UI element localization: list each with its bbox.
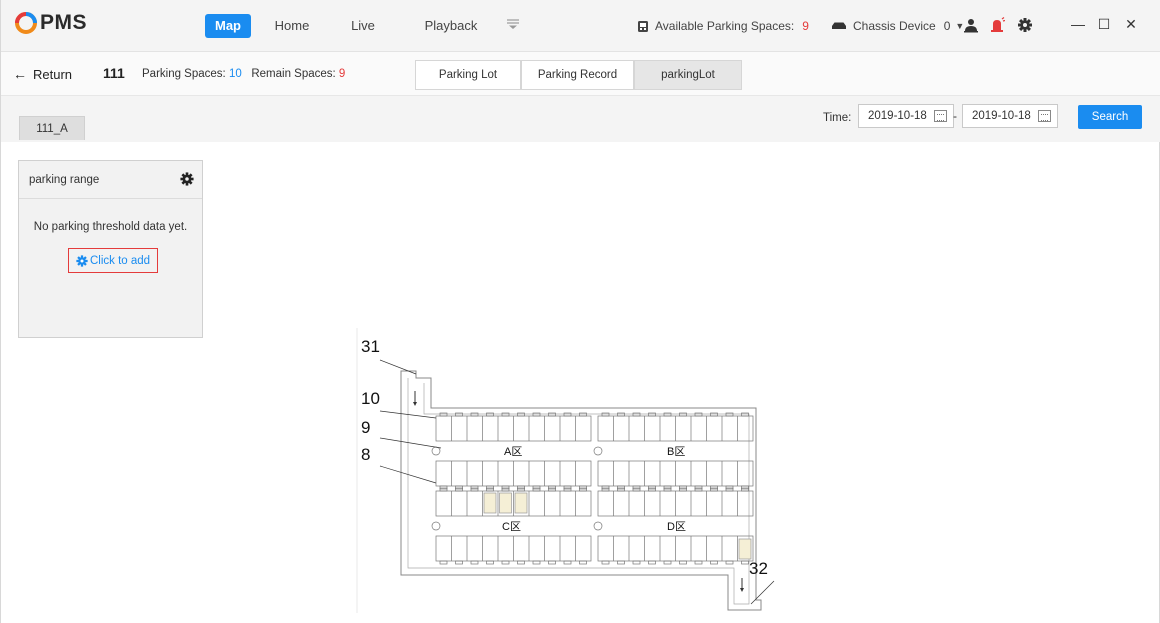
floor-plan-map[interactable]: 31 10 9 8 32 A区 B区 C区 D区 — [356, 328, 776, 613]
more-tabs-icon[interactable] — [506, 18, 520, 30]
chassis-device-label: Chassis Device — [853, 19, 936, 33]
click-to-add-label: Click to add — [89, 254, 151, 267]
tab-map[interactable]: Map — [205, 14, 251, 38]
remain-spaces-value: 9 — [338, 68, 346, 80]
start-date-value: 2019-10-18 — [868, 110, 927, 122]
sub-header: ← Return 111 Parking Spaces: 10 Remain S… — [1, 52, 1160, 96]
app-logo: PMS — [15, 10, 87, 36]
lot-name: 111 — [103, 65, 125, 81]
available-spaces-indicator: Available Parking Spaces: 9 — [637, 19, 809, 33]
return-label: Return — [33, 66, 73, 82]
app-window: PMS Map Home Live Playback Available Par… — [0, 0, 1160, 623]
parking-range-panel: parking range No parking threshold data … — [18, 160, 203, 338]
minimize-icon[interactable]: — — [1070, 16, 1086, 32]
tab-playback[interactable]: Playback — [419, 14, 483, 38]
chassis-device-selector[interactable]: Chassis Device 0 ▼ — [831, 19, 964, 33]
view-parking-record[interactable]: Parking Record — [521, 60, 634, 90]
maximize-icon[interactable]: ☐ — [1096, 16, 1112, 33]
parking-space-icon — [638, 20, 648, 32]
alarm-icon[interactable] — [989, 17, 1005, 33]
empty-state-text: No parking threshold data yet. — [33, 221, 188, 233]
zone-label-c: C区 — [502, 521, 521, 533]
date-separator: - — [953, 109, 957, 123]
return-button[interactable]: ← Return — [13, 66, 72, 82]
top-bar: PMS Map Home Live Playback Available Par… — [1, 0, 1160, 52]
tab-live[interactable]: Live — [343, 14, 383, 38]
panel-title: parking range — [29, 174, 100, 186]
floor-plan-drawing — [356, 328, 775, 613]
calendar-icon[interactable] — [934, 110, 947, 122]
gear-icon — [76, 254, 88, 267]
space-summary: Parking Spaces: 10 Remain Spaces: 9 — [142, 68, 345, 80]
available-spaces-count: 9 — [802, 19, 809, 33]
search-button[interactable]: Search — [1078, 105, 1142, 129]
click-to-add-button[interactable]: Click to add — [68, 248, 158, 273]
gear-icon[interactable] — [180, 172, 194, 186]
remain-spaces-label: Remain Spaces: — [251, 68, 336, 80]
map-label-9: 9 — [361, 418, 371, 437]
chassis-device-count: 0 — [943, 19, 951, 33]
start-date-field[interactable]: 2019-10-18 — [858, 104, 954, 128]
view-parkinglot[interactable]: parkingLot — [634, 60, 742, 90]
filter-row: 111_A Time: 2019-10-18 - 2019-10-18 Sear… — [1, 96, 1160, 142]
calendar-icon[interactable] — [1038, 110, 1051, 122]
available-spaces-label: Available Parking Spaces: — [655, 19, 795, 33]
panel-header: parking range — [19, 161, 202, 199]
map-label-31: 31 — [361, 337, 380, 356]
tab-home[interactable]: Home — [269, 14, 315, 38]
end-date-field[interactable]: 2019-10-18 — [962, 104, 1058, 128]
area-tab[interactable]: 111_A — [19, 116, 85, 140]
parking-spaces-label: Parking Spaces: — [142, 68, 226, 80]
zone-label-a: A区 — [504, 446, 523, 458]
end-date-value: 2019-10-18 — [972, 110, 1031, 122]
settings-gear-icon[interactable] — [1017, 17, 1033, 33]
map-label-32: 32 — [749, 559, 768, 578]
map-label-8: 8 — [361, 445, 371, 464]
car-icon — [832, 22, 846, 29]
arrow-left-icon: ← — [13, 66, 27, 82]
logo-text: PMS — [40, 11, 88, 34]
time-label: Time: — [823, 112, 852, 124]
user-icon[interactable] — [963, 17, 979, 33]
close-icon[interactable]: ✕ — [1123, 16, 1139, 33]
parking-spaces-value: 10 — [228, 68, 242, 80]
view-parking-lot[interactable]: Parking Lot — [415, 60, 521, 90]
zone-label-b: B区 — [667, 446, 686, 458]
map-label-10: 10 — [361, 389, 380, 408]
zone-label-d: D区 — [667, 521, 686, 533]
pms-logo-icon — [15, 12, 37, 34]
